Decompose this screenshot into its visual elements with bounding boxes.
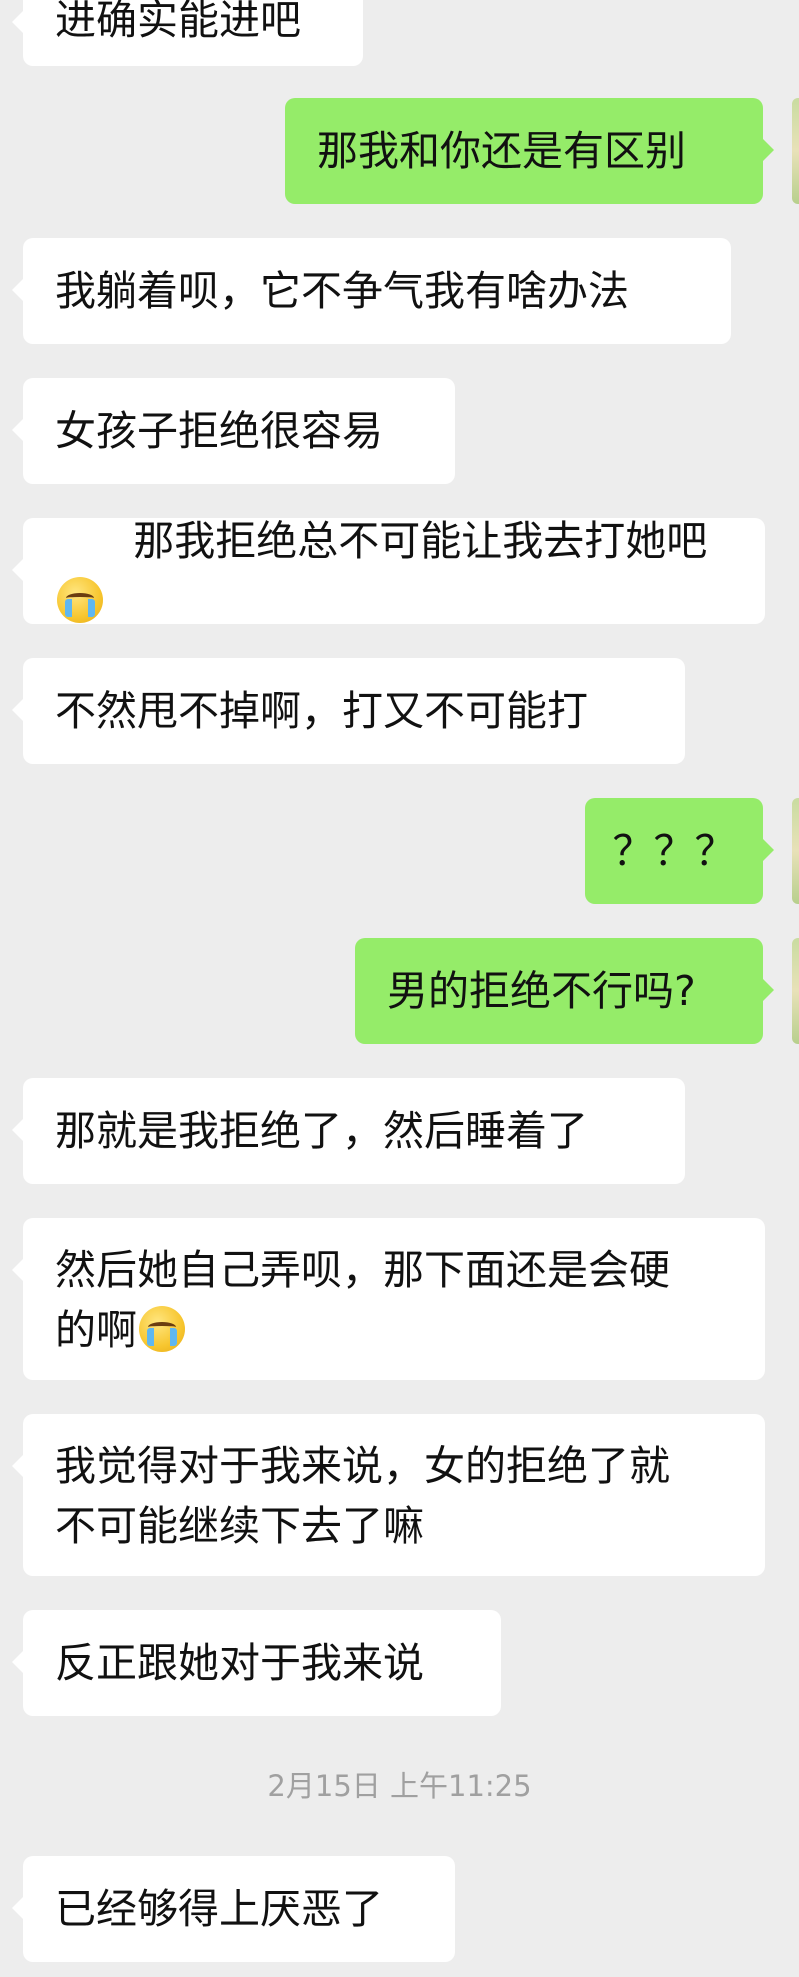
message-text-part: 的啊 [55, 1306, 137, 1354]
incoming-message[interactable]: 我躺着呗，它不争气我有啥办法 [12, 238, 731, 344]
incoming-message[interactable]: 我觉得对于我来说，女的拒绝了就 不可能继续下去了嘛 [12, 1414, 765, 1576]
incoming-message[interactable]: 那就是我拒绝了，然后睡着了 [12, 1078, 685, 1184]
message-text: 然后她自己弄呗，那下面还是会硬 [55, 1246, 670, 1294]
message-text: 进确实能进吧 [55, 0, 301, 44]
chat-message-list: 进确实能进吧 那我和你还是有区别 我躺着呗，它不争气我有啥办法 女孩子拒绝很容易… [0, 0, 799, 1977]
message-text: 那我和你还是有区别 [317, 127, 686, 175]
incoming-message[interactable]: 不然甩不掉啊，打又不可能打 [12, 658, 685, 764]
incoming-message[interactable]: 反正跟她对于我来说 [12, 1610, 501, 1716]
crying-face-emoji [57, 577, 103, 623]
message-text-line2: 的啊 [55, 1300, 185, 1360]
incoming-message[interactable]: 然后她自己弄呗，那下面还是会硬 的啊 [12, 1218, 765, 1380]
crying-face-emoji [139, 1306, 185, 1352]
message-text-part: 那我拒绝总不可能让我去打她吧 [133, 517, 708, 565]
outgoing-message[interactable]: 男的拒绝不行吗? [355, 938, 774, 1044]
message-text: 我觉得对于我来说，女的拒绝了就 [55, 1442, 670, 1490]
message-text: 反正跟她对于我来说 [55, 1639, 424, 1687]
user-avatar[interactable] [792, 98, 799, 204]
message-text: 那我拒绝总不可能让我去打她吧 [55, 451, 733, 691]
message-text-line2: 不可能继续下去了嘛 [55, 1502, 424, 1550]
message-text: ？？？ [612, 827, 736, 875]
outgoing-message[interactable]: 那我和你还是有区别 [285, 98, 774, 204]
outgoing-message[interactable]: ？？？ [585, 798, 774, 904]
message-text: 男的拒绝不行吗? [387, 967, 696, 1015]
chat-timestamp: 2月15日 上午11:25 [267, 1769, 532, 1803]
incoming-message[interactable]: 进确实能进吧 [12, 0, 363, 66]
incoming-message[interactable]: 那我拒绝总不可能让我去打她吧 [12, 517, 765, 624]
message-text: 不然甩不掉啊，打又不可能打 [55, 687, 588, 735]
message-text: 我躺着呗，它不争气我有啥办法 [55, 267, 629, 315]
incoming-message[interactable]: 已经够得上厌恶了 [12, 1856, 455, 1962]
message-text: 那就是我拒绝了，然后睡着了 [55, 1107, 588, 1155]
message-text: 已经够得上厌恶了 [55, 1885, 383, 1933]
user-avatar[interactable] [792, 798, 799, 904]
user-avatar[interactable] [792, 938, 799, 1044]
